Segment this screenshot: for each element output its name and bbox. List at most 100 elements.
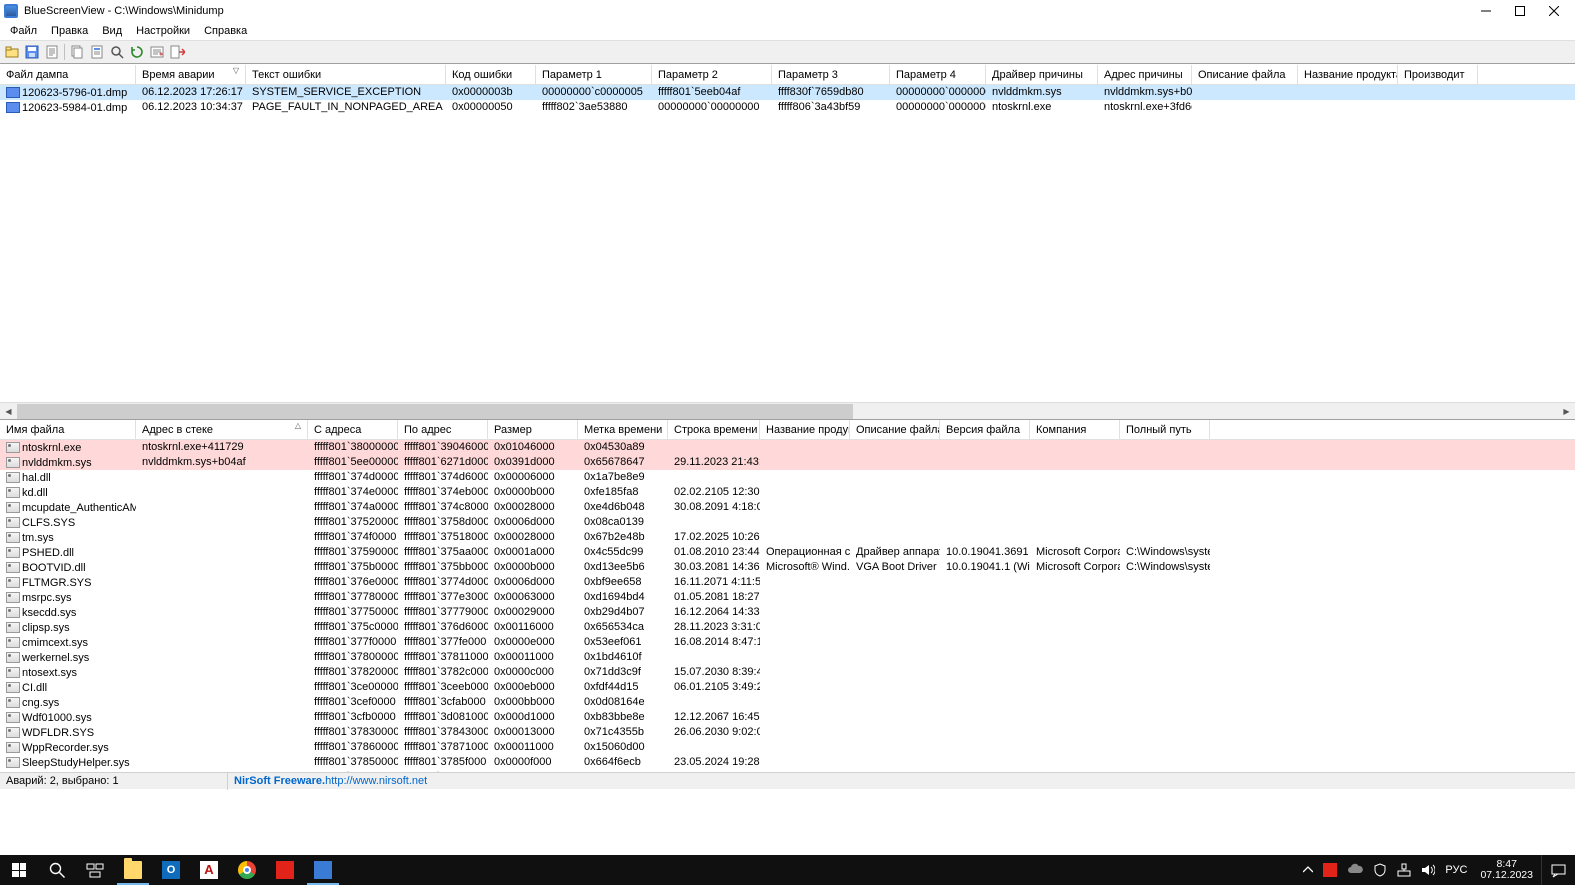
table-row[interactable]: tm.sysfffff801`374f0000fffff801`37518000… [0, 530, 1575, 545]
minimize-button[interactable] [1469, 0, 1503, 22]
tb-open-icon[interactable] [3, 43, 21, 61]
table-cell: BOOTVID.dll [0, 560, 136, 575]
tray-notifications[interactable] [1541, 855, 1575, 885]
column-header[interactable]: Параметр 1 [536, 65, 652, 85]
scroll-right-icon[interactable]: ▶ [1558, 403, 1575, 420]
table-cell: 0x0006d000 [488, 575, 578, 590]
column-header[interactable]: Параметр 2 [652, 65, 772, 85]
column-header[interactable]: Размер [488, 420, 578, 440]
column-header[interactable]: Метка времени [578, 420, 668, 440]
tray-onedrive[interactable] [1342, 855, 1368, 885]
status-link[interactable]: NirSoft Freeware. http://www.nirsoft.net [228, 773, 1575, 790]
taskbar-bluescreenview[interactable] [304, 855, 342, 885]
tray-network[interactable] [1392, 855, 1416, 885]
dump-rows[interactable]: 120623-5796-01.dmp06.12.2023 17:26:17SYS… [0, 85, 1575, 402]
close-button[interactable] [1537, 0, 1571, 22]
table-row[interactable]: cng.sysfffff801`3cef0000fffff801`3cfab00… [0, 695, 1575, 710]
table-row[interactable]: ksecdd.sysfffff801`37750000fffff801`3777… [0, 605, 1575, 620]
column-header[interactable]: С адреса [308, 420, 398, 440]
column-header[interactable]: Версия файла [940, 420, 1030, 440]
table-row[interactable]: FLTMGR.SYSfffff801`376e0000fffff801`3774… [0, 575, 1575, 590]
tb-refresh-icon[interactable] [128, 43, 146, 61]
column-header[interactable]: Текст ошибки [246, 65, 446, 85]
table-row[interactable]: kd.dllfffff801`374e0000fffff801`374eb000… [0, 485, 1575, 500]
table-row[interactable]: PSHED.dllfffff801`37590000fffff801`375aa… [0, 545, 1575, 560]
taskbar-explorer[interactable] [114, 855, 152, 885]
table-row[interactable]: WDFLDR.SYSfffff801`37830000fffff801`3784… [0, 725, 1575, 740]
tray-app-icon[interactable] [1318, 855, 1342, 885]
menu-file[interactable]: Файл [4, 24, 43, 38]
menu-edit[interactable]: Правка [45, 24, 94, 38]
table-row[interactable]: hal.dllfffff801`374d0000fffff801`374d600… [0, 470, 1575, 485]
table-row[interactable]: ntoskrnl.exentoskrnl.exe+411729fffff801`… [0, 440, 1575, 455]
column-header[interactable]: Параметр 4 [890, 65, 986, 85]
tb-properties-icon[interactable] [88, 43, 106, 61]
table-row[interactable]: cmimcext.sysfffff801`377f0000fffff801`37… [0, 635, 1575, 650]
tray-security[interactable] [1368, 855, 1392, 885]
table-row[interactable]: nvlddmkm.sysnvlddmkm.sys+b04affffff801`5… [0, 455, 1575, 470]
table-cell: 0x01046000 [488, 440, 578, 455]
search-button[interactable] [38, 855, 76, 885]
column-header[interactable]: Описание файла [850, 420, 940, 440]
table-row[interactable]: werkernel.sysfffff801`37800000fffff801`3… [0, 650, 1575, 665]
scroll-thumb[interactable] [17, 404, 853, 419]
tb-options-icon[interactable] [148, 43, 166, 61]
table-cell: 0x664f6ecb [578, 755, 668, 770]
table-row[interactable]: CI.dllfffff801`3ce00000fffff801`3ceeb000… [0, 680, 1575, 695]
tb-report-icon[interactable] [43, 43, 61, 61]
taskbar-autocad[interactable]: A [190, 855, 228, 885]
chevron-up-icon [1303, 865, 1313, 875]
table-row[interactable]: 120623-5984-01.dmp06.12.2023 10:34:37PAG… [0, 100, 1575, 115]
scroll-left-icon[interactable]: ◀ [0, 403, 17, 420]
tb-copy-icon[interactable] [68, 43, 86, 61]
taskbar-chrome[interactable] [228, 855, 266, 885]
task-view-button[interactable] [76, 855, 114, 885]
start-button[interactable] [0, 855, 38, 885]
taskbar-anydesk[interactable] [266, 855, 304, 885]
column-header[interactable]: Название продукта [760, 420, 850, 440]
table-row[interactable]: msrpc.sysfffff801`37780000fffff801`377e3… [0, 590, 1575, 605]
table-row[interactable]: BOOTVID.dllfffff801`375b0000fffff801`375… [0, 560, 1575, 575]
tray-clock[interactable]: 8:47 07.12.2023 [1472, 855, 1541, 885]
table-row[interactable]: mcupdate_AuthenticAMD.dllfffff801`374a00… [0, 500, 1575, 515]
tb-exit-icon[interactable] [168, 43, 186, 61]
driver-file-icon [6, 442, 20, 453]
column-header[interactable]: Описание файла [1192, 65, 1298, 85]
table-row[interactable]: clipsp.sysfffff801`375c0000fffff801`376d… [0, 620, 1575, 635]
table-row[interactable]: SleepStudyHelper.sysfffff801`37850000fff… [0, 755, 1575, 770]
column-header[interactable]: Полный путь [1120, 420, 1210, 440]
table-cell: fffff801`376d6000 [398, 620, 488, 635]
column-header[interactable]: Адрес причины [1098, 65, 1192, 85]
column-header[interactable]: Время аварии▽ [136, 65, 246, 85]
table-row[interactable]: WppRecorder.sysfffff801`37860000fffff801… [0, 740, 1575, 755]
driver-rows[interactable]: ntoskrnl.exentoskrnl.exe+411729fffff801`… [0, 440, 1575, 772]
column-header[interactable]: Строка времени [668, 420, 760, 440]
tray-volume[interactable] [1416, 855, 1440, 885]
column-header[interactable]: Компания [1030, 420, 1120, 440]
menu-help[interactable]: Справка [198, 24, 253, 38]
table-cell [668, 650, 760, 665]
menu-options[interactable]: Настройки [130, 24, 196, 38]
maximize-button[interactable] [1503, 0, 1537, 22]
tb-find-icon[interactable] [108, 43, 126, 61]
tray-overflow[interactable] [1298, 855, 1318, 885]
table-row[interactable]: acpiex.sysfffff801`3d090000fffff801`3d0b… [0, 770, 1575, 772]
column-header[interactable]: Название продукта [1298, 65, 1398, 85]
tray-language[interactable]: РУС [1440, 855, 1472, 885]
column-header[interactable]: Код ошибки [446, 65, 536, 85]
column-header[interactable]: Имя файла [0, 420, 136, 440]
menu-view[interactable]: Вид [96, 24, 128, 38]
table-row[interactable]: 120623-5796-01.dmp06.12.2023 17:26:17SYS… [0, 85, 1575, 100]
column-header[interactable]: Драйвер причины [986, 65, 1098, 85]
column-header[interactable]: Адрес в стеке△ [136, 420, 308, 440]
taskbar-outlook[interactable]: O [152, 855, 190, 885]
column-header[interactable]: Файл дампа [0, 65, 136, 85]
table-row[interactable]: CLFS.SYSfffff801`37520000fffff801`3758d0… [0, 515, 1575, 530]
column-header[interactable]: Производит [1398, 65, 1478, 85]
top-hscrollbar[interactable]: ◀ ▶ [0, 402, 1575, 419]
column-header[interactable]: По адрес [398, 420, 488, 440]
table-row[interactable]: ntosext.sysfffff801`37820000fffff801`378… [0, 665, 1575, 680]
column-header[interactable]: Параметр 3 [772, 65, 890, 85]
table-row[interactable]: Wdf01000.sysfffff801`3cfb0000fffff801`3d… [0, 710, 1575, 725]
tb-save-icon[interactable] [23, 43, 41, 61]
